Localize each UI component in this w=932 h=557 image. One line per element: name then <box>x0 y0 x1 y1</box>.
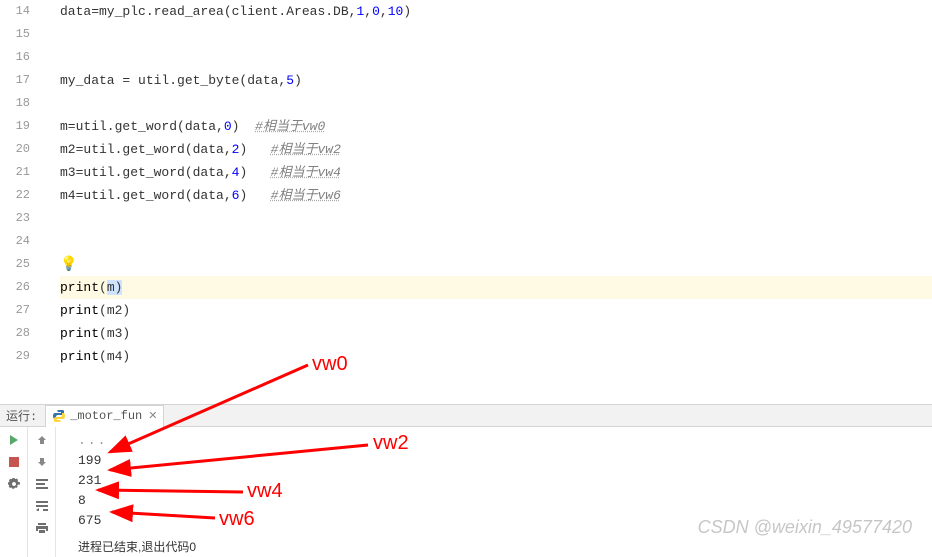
run-tab[interactable]: _motor_fun ✕ <box>45 405 164 427</box>
output-line: 231 <box>78 471 932 491</box>
run-label: 运行: <box>6 407 37 424</box>
console-output[interactable]: ... 199 231 8 675 进程已结束,退出代码0 <box>56 427 932 557</box>
python-icon <box>52 409 66 423</box>
output-line: 675 <box>78 511 932 531</box>
code-line: m4=util.get_word(data,6) #相当于vw6 <box>60 184 932 207</box>
code-area[interactable]: data=my_plc.read_area(client.Areas.DB,1,… <box>40 0 932 404</box>
wrap-button[interactable] <box>32 475 52 493</box>
run-tab-label: _motor_fun <box>70 409 142 423</box>
close-icon[interactable]: ✕ <box>148 409 157 423</box>
process-exit-message: 进程已结束,退出代码0 <box>78 537 932 557</box>
stop-button[interactable] <box>4 453 24 471</box>
run-tool-window: 运行: _motor_fun ✕ ... 199 231 8 675 进程已结束… <box>0 405 932 546</box>
down-button[interactable] <box>32 453 52 471</box>
settings-button[interactable] <box>4 475 24 493</box>
code-line: data=my_plc.read_area(client.Areas.DB,1,… <box>60 0 932 23</box>
line-gutter: 14151617 18192021 22232425 26272829 <box>0 0 40 404</box>
code-line: print(m2) <box>60 299 932 322</box>
scroll-button[interactable] <box>32 497 52 515</box>
output-truncated: ... <box>78 433 107 448</box>
code-line: print(m4) <box>60 345 932 368</box>
run-toolbar-right <box>28 427 56 557</box>
output-line: 8 <box>78 491 932 511</box>
code-line: m3=util.get_word(data,4) #相当于vw4 <box>60 161 932 184</box>
up-button[interactable] <box>32 431 52 449</box>
lightbulb-icon[interactable]: 💡 <box>60 257 77 273</box>
code-line: print(m3) <box>60 322 932 345</box>
run-header: 运行: _motor_fun ✕ <box>0 405 932 427</box>
output-line: 199 <box>78 451 932 471</box>
code-line-current: print(m) <box>60 276 932 299</box>
run-toolbar-left <box>0 427 28 557</box>
code-line: m=util.get_word(data,0) #相当于vw0 <box>60 115 932 138</box>
code-editor[interactable]: 14151617 18192021 22232425 26272829 data… <box>0 0 932 405</box>
rerun-button[interactable] <box>4 431 24 449</box>
print-button[interactable] <box>32 519 52 537</box>
code-line: m2=util.get_word(data,2) #相当于vw2 <box>60 138 932 161</box>
code-line: my_data = util.get_byte(data,5) <box>60 69 932 92</box>
